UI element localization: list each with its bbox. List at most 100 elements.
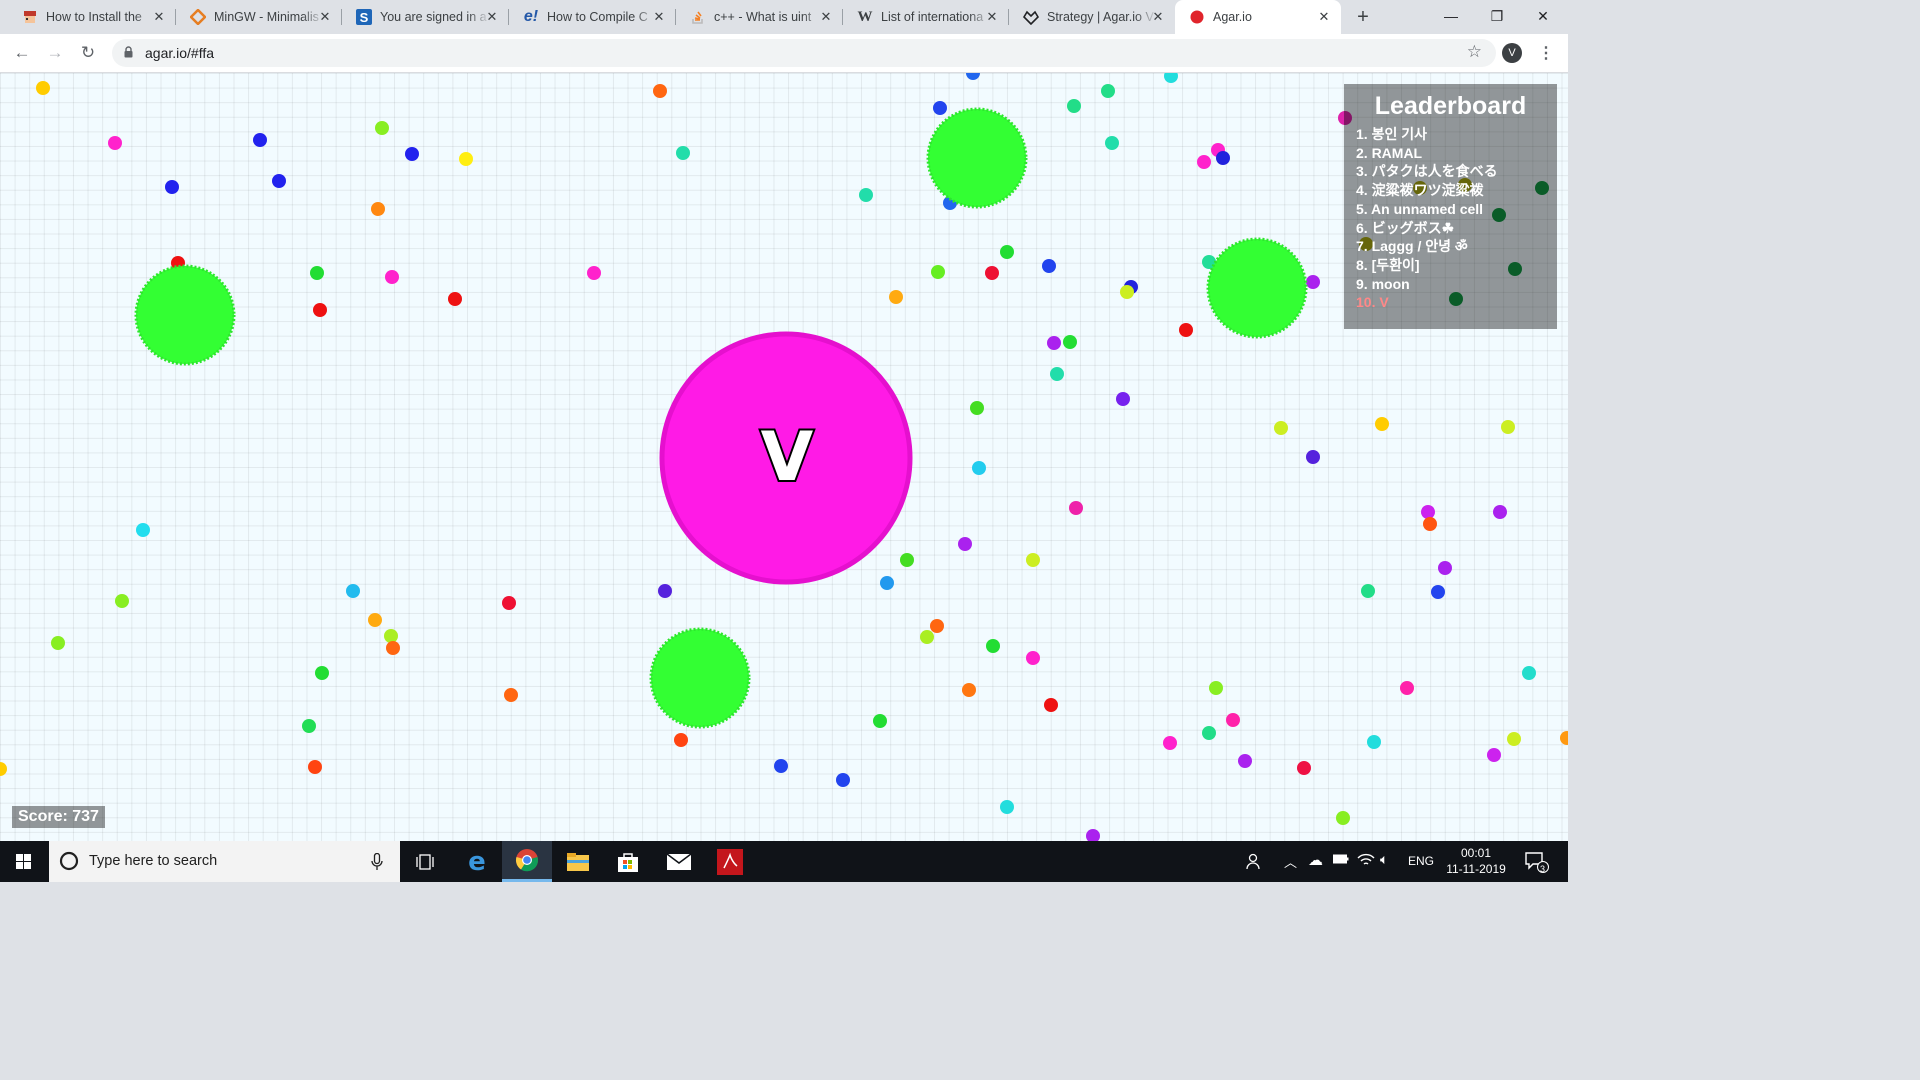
agario-icon [1189, 9, 1205, 25]
close-icon[interactable]: ✕ [817, 8, 835, 26]
wifi-icon[interactable] [1357, 851, 1375, 870]
leaderboard-entry-self: 10. V [1356, 294, 1389, 311]
close-icon[interactable]: ✕ [1315, 8, 1333, 26]
leaderboard-entry: 7. Laggg / 안녕 ॐ [1356, 238, 1468, 255]
forward-button[interactable]: → [44, 42, 66, 64]
mail-taskbar-button[interactable] [654, 841, 704, 882]
edge-taskbar-button[interactable]: e [452, 841, 502, 882]
close-icon[interactable]: ✕ [1149, 8, 1167, 26]
close-icon[interactable]: ✕ [150, 8, 168, 26]
score-display: Score: 737 [12, 806, 105, 828]
close-icon[interactable]: ✕ [316, 8, 334, 26]
profile-avatar[interactable]: V [1502, 43, 1522, 63]
chrome-taskbar-button[interactable] [502, 841, 552, 882]
minimize-button[interactable]: — [1428, 0, 1474, 34]
microphone-icon[interactable] [371, 853, 383, 871]
onedrive-cloud-icon[interactable]: ☁ [1308, 851, 1323, 869]
leaderboard-entry: 8. [두환이] [1356, 256, 1420, 273]
notification-count: 3 [1540, 864, 1546, 874]
chevron-up-icon[interactable]: ︿ [1284, 852, 1297, 871]
notification-center-icon[interactable] [1525, 851, 1549, 876]
acrobat-taskbar-button[interactable] [705, 841, 755, 882]
bookmark-star-icon[interactable]: ☆ [1467, 42, 1482, 62]
tab-title: MinGW - Minimalis [214, 10, 319, 24]
tab-title: You are signed in a [380, 10, 487, 24]
cortana-icon [59, 851, 79, 871]
mingw-diamond-icon [190, 9, 206, 25]
stackoverflow-icon [690, 9, 706, 25]
taskbar-clock[interactable]: 00:01 11-11-2019 [1446, 845, 1506, 877]
mail-icon [666, 852, 692, 870]
e-icon: e! [523, 8, 539, 25]
tab-title: How to Install the [46, 10, 142, 24]
svg-text:S: S [360, 10, 369, 25]
tab-signed-in[interactable]: S You are signed in a ✕ [342, 0, 509, 34]
windows-taskbar: Type here to search e ︿ ☁ 🔈︎ ENG 00:01 1… [0, 841, 1568, 882]
fandom-icon [1023, 9, 1039, 25]
close-icon[interactable]: ✕ [483, 8, 501, 26]
battery-icon[interactable] [1333, 853, 1349, 868]
menu-icon[interactable]: ⋮ [1538, 43, 1554, 63]
tab-agario[interactable]: Agar.io ✕ [1175, 0, 1341, 34]
leaderboard-entry: 4. 淀粱袯ワツ淀粱袯 [1356, 182, 1484, 199]
leaderboard-entry: 1. 봉인 기사 [1356, 126, 1427, 142]
address-bar[interactable]: agar.io/#ffa ☆ [112, 39, 1496, 67]
task-view-icon [416, 853, 434, 870]
clock-time: 00:01 [1460, 846, 1492, 860]
store-taskbar-button[interactable] [603, 841, 653, 882]
chrome-icon [515, 849, 539, 872]
clock-date: 11-11-2019 [1446, 862, 1506, 876]
tab-list-of-international[interactable]: W List of internationa ✕ [843, 0, 1009, 34]
new-tab-button[interactable]: + [1352, 6, 1374, 28]
lock-icon [124, 46, 133, 58]
back-button[interactable]: ← [11, 42, 33, 64]
close-icon[interactable]: ✕ [983, 8, 1001, 26]
game-canvas[interactable]: V Leaderboard 1. 봉인 기사 2. RAMAL 3. パタクは人… [0, 73, 1568, 841]
task-view-button[interactable] [400, 841, 450, 882]
windows-logo-icon [16, 854, 31, 869]
tab-mingw[interactable]: MinGW - Minimalis ✕ [176, 0, 342, 34]
edge-icon: e [468, 846, 486, 877]
virus-cell [134, 264, 236, 366]
player-name: V [759, 416, 816, 499]
people-icon[interactable] [1246, 852, 1264, 873]
tab-strip: How to Install the ✕ MinGW - Minimalis ✕… [0, 0, 1568, 34]
leaderboard-entry: 6. ビッグボス☘ [1356, 219, 1455, 236]
mario-icon [22, 9, 38, 25]
browser-toolbar: ← → ↻ agar.io/#ffa ☆ V ⋮ [0, 34, 1568, 73]
tab-strategy-agario[interactable]: Strategy | Agar.io V ✕ [1009, 0, 1175, 34]
wikipedia-icon: W [857, 8, 873, 25]
tab-title: How to Compile C [547, 10, 648, 24]
s-icon: S [356, 9, 372, 25]
tab-title: Strategy | Agar.io V [1047, 10, 1154, 24]
acrobat-icon [717, 848, 743, 875]
tab-title: Agar.io [1213, 10, 1252, 24]
virus-cell [649, 627, 751, 729]
close-window-button[interactable]: ✕ [1520, 0, 1566, 34]
tab-how-to-install[interactable]: How to Install the ✕ [8, 0, 176, 34]
search-placeholder: Type here to search [89, 853, 218, 869]
leaderboard-entry: 9. moon [1356, 275, 1410, 292]
taskbar-search-box[interactable]: Type here to search [49, 841, 400, 882]
leaderboard-entry: 2. RAMAL [1356, 144, 1423, 161]
input-language[interactable]: ENG [1408, 854, 1434, 868]
leaderboard-title: Leaderboard [1374, 92, 1527, 120]
leaderboard-entry: 5. An unnamed cell [1356, 200, 1484, 217]
reload-button[interactable]: ↻ [77, 42, 99, 64]
folder-icon [567, 852, 589, 871]
tab-how-to-compile[interactable]: e! How to Compile C ✕ [509, 0, 676, 34]
file-explorer-taskbar-button[interactable] [553, 841, 603, 882]
leaderboard: Leaderboard 1. 봉인 기사 2. RAMAL 3. パタクは人を食… [1344, 84, 1557, 329]
leaderboard-entry: 3. パタクは人を食べる [1356, 163, 1498, 180]
tab-uint[interactable]: c++ - What is uint ✕ [676, 0, 843, 34]
virus-cell [1206, 237, 1308, 339]
tab-title: c++ - What is uint [714, 10, 812, 24]
store-icon [618, 852, 638, 872]
tab-title: List of internationa [881, 10, 984, 24]
close-icon[interactable]: ✕ [650, 8, 668, 26]
restore-button[interactable]: ❐ [1474, 0, 1520, 34]
url-text: agar.io/#ffa [145, 45, 215, 61]
start-button[interactable] [0, 841, 48, 882]
volume-icon[interactable]: 🔈︎ [1380, 851, 1388, 868]
virus-cell [926, 107, 1028, 209]
